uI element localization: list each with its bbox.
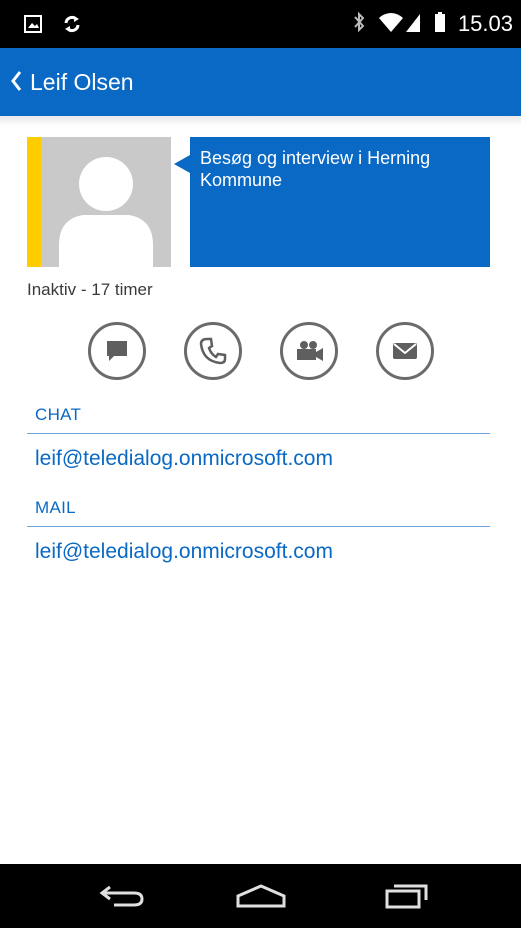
image-icon [24,15,42,38]
mail-icon [393,343,417,359]
chat-address-link[interactable]: leif@teledialog.onmicrosoft.com [35,447,333,471]
navigation-bar [0,864,521,928]
avatar[interactable] [41,137,171,267]
mail-section-divider [27,526,490,527]
battery-icon [434,11,446,38]
bluetooth-icon [352,11,366,38]
sync-icon [62,14,82,39]
contact-actions [0,322,521,382]
app-bar: Leif Olsen [0,48,521,116]
chat-icon [107,341,127,361]
video-icon [297,341,323,361]
note-bubble-tail [174,155,190,173]
back-icon [99,885,144,907]
personal-note-text: Besøg og interview i Herning Kommune [200,148,431,190]
mail-section-header: MAIL [35,498,76,517]
signal-icon [404,11,422,38]
chat-section-header: CHAT [35,405,82,424]
status-bar: 15.03 [0,0,521,48]
presence-indicator [27,137,41,267]
mail-address-link[interactable]: leif@teledialog.onmicrosoft.com [35,540,333,564]
call-button[interactable] [184,322,242,380]
wifi-icon [378,11,404,38]
back-button[interactable] [88,876,158,916]
clock: 15.03 [457,11,513,36]
email-button[interactable] [376,322,434,380]
presence-status-text: Inaktiv - 17 timer [27,280,153,299]
back-chevron-icon[interactable] [10,70,22,97]
phone-icon [199,337,227,365]
contact-name-title[interactable]: Leif Olsen [30,68,134,96]
person-placeholder-icon [59,157,153,267]
home-button[interactable] [226,876,296,916]
video-call-button[interactable] [280,322,338,380]
home-icon [236,884,286,908]
header-shadow [0,116,521,126]
recents-button[interactable] [372,876,442,916]
chat-section-divider [27,433,490,434]
recents-icon [385,884,428,909]
personal-note: Besøg og interview i Herning Kommune [190,137,490,267]
chat-button[interactable] [88,322,146,380]
